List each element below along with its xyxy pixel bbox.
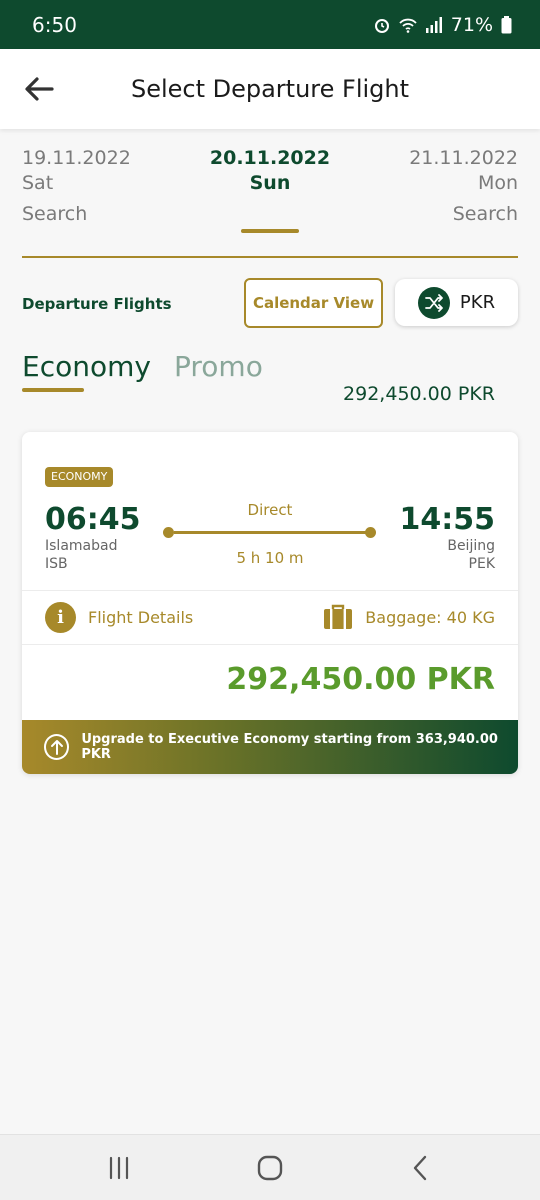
departure-flights-label: Departure Flights xyxy=(22,295,172,313)
calendar-view-button[interactable]: Calendar View xyxy=(244,278,383,328)
date-selector: 19.11.2022 Sat Search 20.11.2022 Sun 292… xyxy=(22,146,518,405)
baggage-label: Baggage: 40 KG xyxy=(365,607,495,627)
battery-icon xyxy=(501,15,512,33)
date-selected-indicator xyxy=(241,229,299,233)
date-next-day: Mon xyxy=(477,172,518,194)
upgrade-text: Upgrade to Executive Economy starting fr… xyxy=(81,732,498,762)
flight-details-button[interactable]: i Flight Details xyxy=(45,600,193,634)
arrival-time: 14:55 xyxy=(399,502,496,537)
app-bar: Select Departure Flight xyxy=(0,49,540,129)
back-nav-icon[interactable] xyxy=(406,1153,436,1183)
arrival-code: PEK xyxy=(468,556,495,572)
date-next-search: Search xyxy=(452,203,518,225)
arrow-up-icon xyxy=(44,734,70,760)
wifi-icon xyxy=(399,18,417,33)
tab-active-indicator xyxy=(22,388,84,392)
route-start-dot xyxy=(163,527,174,538)
date-next[interactable]: 21.11.2022 Mon Search xyxy=(409,146,518,227)
currency-label: PKR xyxy=(459,292,496,313)
baggage-info: Baggage: 40 KG xyxy=(323,600,495,634)
status-bar: 6:50 71% xyxy=(0,0,540,49)
cabin-badge: ECONOMY xyxy=(45,467,114,487)
currency-button[interactable]: PKR xyxy=(395,279,518,326)
baggage-icon xyxy=(324,604,353,629)
arrival-city: Beijing xyxy=(447,538,495,554)
home-icon[interactable] xyxy=(255,1153,285,1183)
signal-icon xyxy=(425,16,442,33)
info-icon: i xyxy=(45,601,76,633)
card-divider xyxy=(22,590,518,591)
upgrade-banner[interactable]: Upgrade to Executive Economy starting fr… xyxy=(22,720,518,774)
date-next-date: 21.11.2022 xyxy=(409,147,518,169)
status-icons: 71% xyxy=(373,14,512,36)
flight-card[interactable]: ECONOMY 06:45 Islamabad ISB Direct 5 h 1… xyxy=(22,432,518,774)
flight-duration: 5 h 10 m xyxy=(236,549,304,567)
date-prev-search: Search xyxy=(22,203,88,225)
route-end-dot xyxy=(365,527,376,538)
date-current-price: 292,450.00 PKR xyxy=(343,383,495,405)
page-title: Select Departure Flight xyxy=(130,75,410,103)
system-nav-bar xyxy=(0,1134,540,1200)
divider xyxy=(22,256,518,258)
recent-apps-icon[interactable] xyxy=(104,1153,134,1183)
tab-economy[interactable]: Economy xyxy=(22,350,151,383)
battery-percent: 71% xyxy=(450,13,493,36)
route-line xyxy=(174,531,374,534)
flight-price: 292,450.00 PKR xyxy=(226,662,495,697)
status-time: 6:50 xyxy=(32,12,77,37)
flight-details-label: Flight Details xyxy=(88,607,194,627)
shuffle-icon xyxy=(417,286,450,319)
card-divider xyxy=(22,644,518,645)
tab-promo[interactable]: Promo xyxy=(174,350,263,383)
alarm-icon xyxy=(374,18,389,33)
